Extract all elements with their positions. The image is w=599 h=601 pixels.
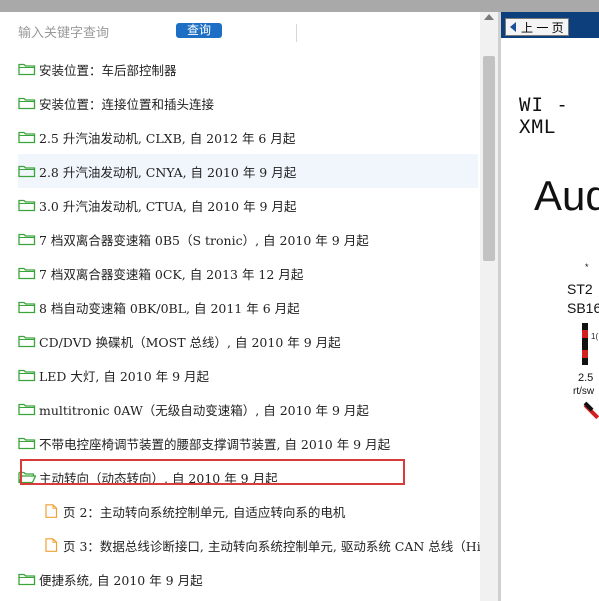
tree-page-item[interactable]: 页 3：数据总线诊断接口, 主动转向系统控制单元, 驱动系统 CAN 总线（Hi xyxy=(0,528,481,562)
query-button[interactable]: 查询 xyxy=(176,23,222,38)
tree-item-label: 安装位置：车后部控制器 xyxy=(39,62,177,78)
vertical-scrollbar[interactable] xyxy=(480,12,498,601)
selection-highlight-box xyxy=(20,459,405,485)
wire-red-segment xyxy=(582,330,588,338)
folder-icon xyxy=(18,198,36,212)
folder-icon xyxy=(18,368,36,382)
folder-icon xyxy=(18,402,36,416)
folder-icon xyxy=(18,436,36,450)
tree-folder-item[interactable]: LED 大灯, 自 2010 年 9 月起 xyxy=(0,358,209,392)
search-bar: 查询 xyxy=(0,12,480,50)
wire-red-segment xyxy=(582,350,588,358)
folder-icon xyxy=(18,130,36,144)
previous-page-button[interactable]: 上 一 页 xyxy=(505,18,569,36)
tree-folder-item[interactable]: 安装位置：车后部控制器 xyxy=(0,52,177,86)
tree-folder-item[interactable]: 8 档自动变速箱 0BK/0BL, 自 2011 年 6 月起 xyxy=(0,290,300,324)
diagram-label-sb16: SB16 xyxy=(567,300,599,316)
brand-text: Aud xyxy=(534,172,599,219)
tree-item-label: LED 大灯, 自 2010 年 9 月起 xyxy=(39,368,210,384)
folder-icon xyxy=(18,266,36,280)
tree-folder-item[interactable]: multitronic 0AW（无级自动变速箱）, 自 2010 年 9 月起 xyxy=(0,392,369,426)
tree-folder-item[interactable]: 安装位置：连接位置和插头连接 xyxy=(0,86,214,120)
tree-item-label: 7 档双离合器变速箱 0CK, 自 2013 年 12 月起 xyxy=(39,266,304,282)
scroll-up-arrow-icon[interactable] xyxy=(484,14,494,20)
tree-folder-item[interactable]: 2.8 升汽油发动机, CNYA, 自 2010 年 9 月起 xyxy=(18,154,478,188)
tree-folder-item[interactable]: CD/DVD 换碟机（MOST 总线）, 自 2010 年 9 月起 xyxy=(0,324,341,358)
folder-icon xyxy=(18,572,36,586)
folder-icon xyxy=(18,62,36,76)
tree-item-label: 2.5 升汽油发动机, CLXB, 自 2012 年 6 月起 xyxy=(39,130,296,146)
tree-item-label: 3.0 升汽油发动机, CTUA, 自 2010 年 9 月起 xyxy=(39,198,297,214)
folder-icon xyxy=(18,96,36,110)
tree-folder-item[interactable]: 便捷系统, 自 2010 年 9 月起 xyxy=(0,562,203,596)
wire-color-label: rt/sw xyxy=(573,386,595,397)
viewer-toolbar: 上 一 页 xyxy=(501,12,599,38)
tree-item-label: 7 档双离合器变速箱 0B5（S tronic）, 自 2010 年 9 月起 xyxy=(39,232,369,248)
tree-folder-item[interactable]: 2.5 升汽油发动机, CLXB, 自 2012 年 6 月起 xyxy=(0,120,295,154)
tree-folder-item[interactable]: 7 档双离合器变速箱 0CK, 自 2013 年 12 月起 xyxy=(0,256,303,290)
tree-item-label: multitronic 0AW（无级自动变速箱）, 自 2010 年 9 月起 xyxy=(39,402,369,418)
previous-page-label: 上 一 页 xyxy=(521,20,564,35)
tree-item-label: 2.8 升汽油发动机, CNYA, 自 2010 年 9 月起 xyxy=(39,164,297,180)
tree-page-item[interactable]: 页 2：主动转向系统控制单元, 自适应转向系的电机 xyxy=(0,494,345,528)
page-icon xyxy=(42,504,60,518)
search-divider xyxy=(296,24,297,42)
tree-folder-item[interactable]: 3.0 升汽油发动机, CTUA, 自 2010 年 9 月起 xyxy=(0,188,296,222)
tree-pane: 查询 安装位置：车后部控制器安装位置：连接位置和插头连接 2.5 升汽油发动机, … xyxy=(0,12,500,601)
tree-item-label: CD/DVD 换碟机（MOST 总线）, 自 2010 年 9 月起 xyxy=(39,334,341,350)
document-viewer: 上 一 页 WI - XML Aud * ST2 SB16 1( 2.5 rt/… xyxy=(501,12,599,601)
tree-item-label: 便捷系统, 自 2010 年 9 月起 xyxy=(39,572,203,588)
tree-item-label: 页 3：数据总线诊断接口, 主动转向系统控制单元, 驱动系统 CAN 总线（Hi xyxy=(63,538,481,554)
left-arrow-icon xyxy=(510,22,516,32)
search-input[interactable] xyxy=(18,22,168,42)
diagram-star: * xyxy=(585,262,589,272)
document-page: WI - XML Aud * ST2 SB16 1( 2.5 rt/sw xyxy=(501,38,599,601)
document-code: WI - XML xyxy=(519,94,569,138)
top-bar xyxy=(0,0,599,12)
scrollbar-thumb[interactable] xyxy=(483,56,495,261)
tree-item-label: 8 档自动变速箱 0BK/0BL, 自 2011 年 6 月起 xyxy=(39,300,300,316)
tree-item-label: 页 2：主动转向系统控制单元, 自适应转向系的电机 xyxy=(63,504,346,520)
folder-icon xyxy=(18,164,36,178)
diagram-tick-label: 1( xyxy=(591,332,599,341)
tree-item-label: 安装位置：连接位置和插头连接 xyxy=(39,96,215,112)
tree-item-label: 不带电控座椅调节装置的腰部支撑调节装置, 自 2010 年 9 月起 xyxy=(39,436,391,452)
folder-icon xyxy=(18,334,36,348)
folder-icon xyxy=(18,232,36,246)
diagram-label-st2: ST2 xyxy=(567,281,593,297)
tree-folder-item[interactable]: 7 档双离合器变速箱 0B5（S tronic）, 自 2010 年 9 月起 xyxy=(0,222,369,256)
page-icon xyxy=(42,538,60,552)
wire-diagonal xyxy=(583,401,594,412)
tree-folder-item[interactable]: 不带电控座椅调节装置的腰部支撑调节装置, 自 2010 年 9 月起 xyxy=(0,426,390,460)
folder-icon xyxy=(18,300,36,314)
wire-gauge-label: 2.5 xyxy=(578,372,594,384)
